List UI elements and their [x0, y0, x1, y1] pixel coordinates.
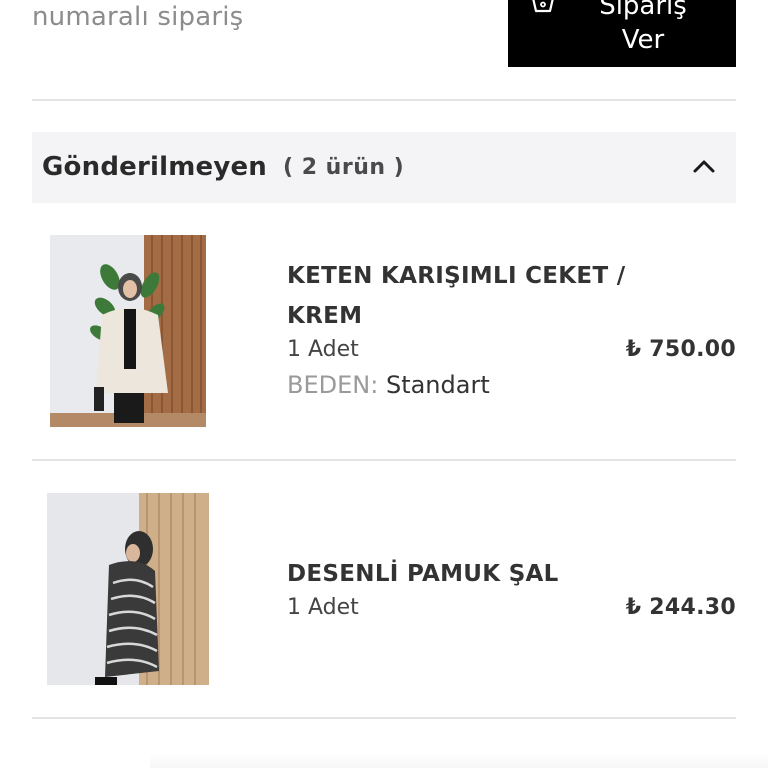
product-name[interactable]: DESENLİ PAMUK ŞAL	[287, 554, 647, 594]
product-image-jacket[interactable]	[50, 235, 206, 427]
reorder-button[interactable]: Sipariş Ver	[508, 0, 736, 67]
chevron-up-icon[interactable]	[692, 156, 716, 176]
order-number-subtitle: numaralı sipariş	[32, 2, 244, 32]
product-size-row: BEDEN: Standart	[287, 371, 490, 399]
reorder-label-line1: Sipariş	[599, 0, 687, 21]
item-divider	[32, 717, 736, 719]
shopping-basket-icon	[532, 0, 554, 13]
size-label: BEDEN:	[287, 371, 379, 399]
bottom-shadow	[150, 752, 768, 768]
product-name[interactable]: KETEN KARIŞIMLI CEKET / KREM	[287, 256, 647, 336]
product-quantity: 1 Adet	[287, 337, 359, 362]
unshipped-group-header[interactable]: Gönderilmeyen ( 2 ürün )	[32, 132, 736, 203]
reorder-button-label: Sipariş Ver	[588, 0, 698, 57]
header-divider	[32, 99, 736, 101]
product-price: ₺ 750.00	[625, 337, 736, 362]
reorder-label-line2: Ver	[621, 25, 665, 55]
item-divider	[32, 459, 736, 461]
product-image-shawl[interactable]	[47, 493, 209, 685]
product-price: ₺ 244.30	[625, 595, 736, 620]
size-value: Standart	[385, 371, 490, 399]
group-item-count: ( 2 ürün )	[283, 155, 405, 180]
product-quantity: 1 Adet	[287, 595, 359, 620]
group-title: Gönderilmeyen	[42, 152, 268, 182]
order-detail-page: numaralı sipariş Sipariş Ver Gönderilmey…	[0, 0, 768, 768]
